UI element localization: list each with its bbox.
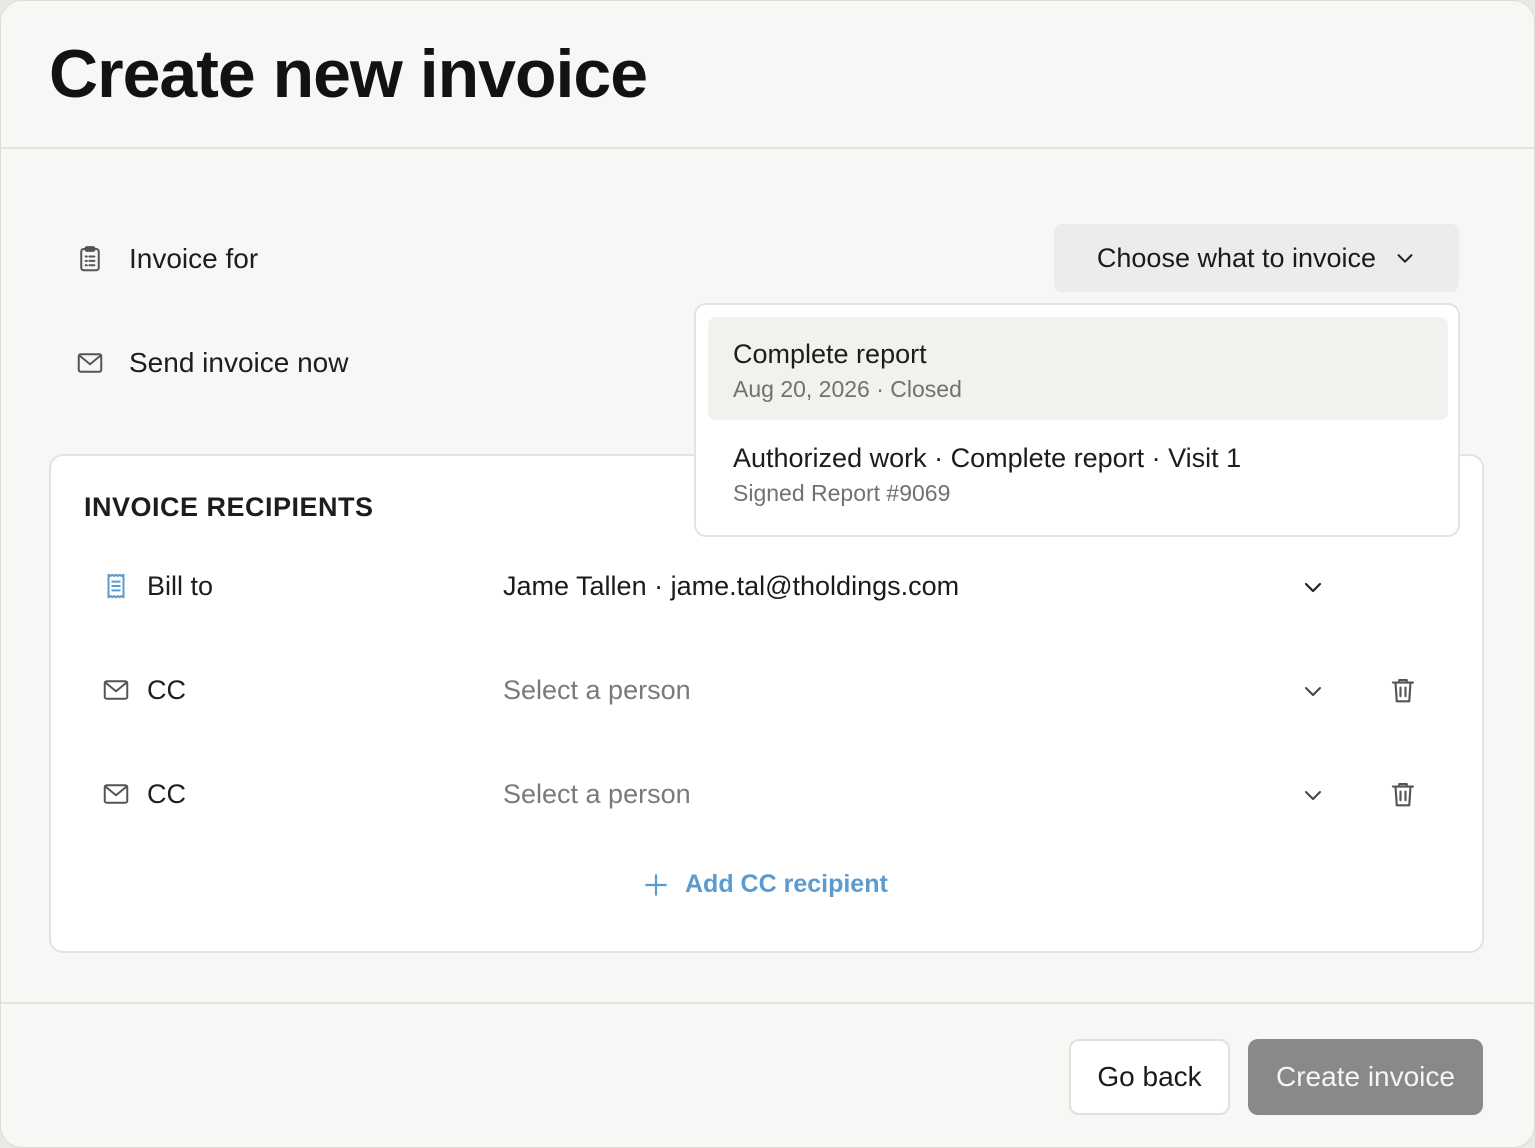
chevron-down-icon[interactable] [1301,783,1325,807]
chevron-down-icon [1394,247,1416,269]
add-cc-recipient-button[interactable]: Add CC recipient [643,870,888,899]
option-subtitle: Aug 20, 2026 · Closed [733,376,962,402]
cc-person-select[interactable]: Select a person [503,660,1329,720]
mail-icon [99,673,133,707]
send-invoice-now-row[interactable]: Send invoice now [73,345,348,381]
dropdown-option[interactable]: Complete report Aug 20, 2026 · Closed [708,317,1448,420]
bill-to-label: Bill to [147,570,214,601]
trash-icon[interactable] [1388,675,1418,705]
create-invoice-button[interactable]: Create invoice [1248,1039,1483,1115]
mail-icon [73,346,107,380]
cc-row: CC Select a person [51,660,1482,720]
dropdown-option[interactable]: Authorized work · Complete report · Visi… [708,421,1448,524]
invoice-options-dropdown: Complete report Aug 20, 2026 · Closed Au… [694,303,1460,537]
add-cc-label: Add CC recipient [685,870,888,898]
invoice-for-row: Invoice for [73,241,258,277]
option-title: Authorized work · Complete report · Visi… [733,443,1242,473]
bill-to-select[interactable]: Jame Tallen · jame.tal@tholdings.com [503,556,1329,616]
invoice-for-label: Invoice for [129,243,259,274]
choose-what-to-invoice-button[interactable]: Choose what to invoice [1054,224,1459,292]
receipt-icon [99,569,133,603]
cc-row: CC Select a person [51,764,1482,824]
create-invoice-modal: Create new invoice Invoice for Choose wh… [0,0,1535,1148]
bill-to-label-group: Bill to [99,556,213,616]
plus-icon [643,872,669,898]
modal-header: Create new invoice [1,1,1534,149]
chevron-down-icon[interactable] [1301,575,1325,599]
cc-label-group: CC [99,660,186,720]
go-back-button[interactable]: Go back [1069,1039,1230,1115]
chevron-down-icon[interactable] [1301,679,1325,703]
cc-person-select[interactable]: Select a person [503,764,1329,824]
recipients-title: INVOICE RECIPIENTS [84,492,374,522]
modal-footer: Go back Create invoice [1,1002,1534,1147]
page-title: Create new invoice [49,36,648,112]
trash-icon[interactable] [1388,779,1418,809]
cc-label-group: CC [99,764,186,824]
bill-to-row: Bill to Jame Tallen · jame.tal@tholdings… [51,556,1482,616]
option-title: Complete report [733,339,927,369]
cc-label: CC [147,674,186,705]
choose-button-label: Choose what to invoice [1096,242,1377,273]
send-invoice-now-label: Send invoice now [129,347,349,378]
cc-label: CC [147,778,186,809]
clipboard-list-icon [73,242,107,276]
mail-icon [99,777,133,811]
option-subtitle: Signed Report #9069 [733,480,951,506]
